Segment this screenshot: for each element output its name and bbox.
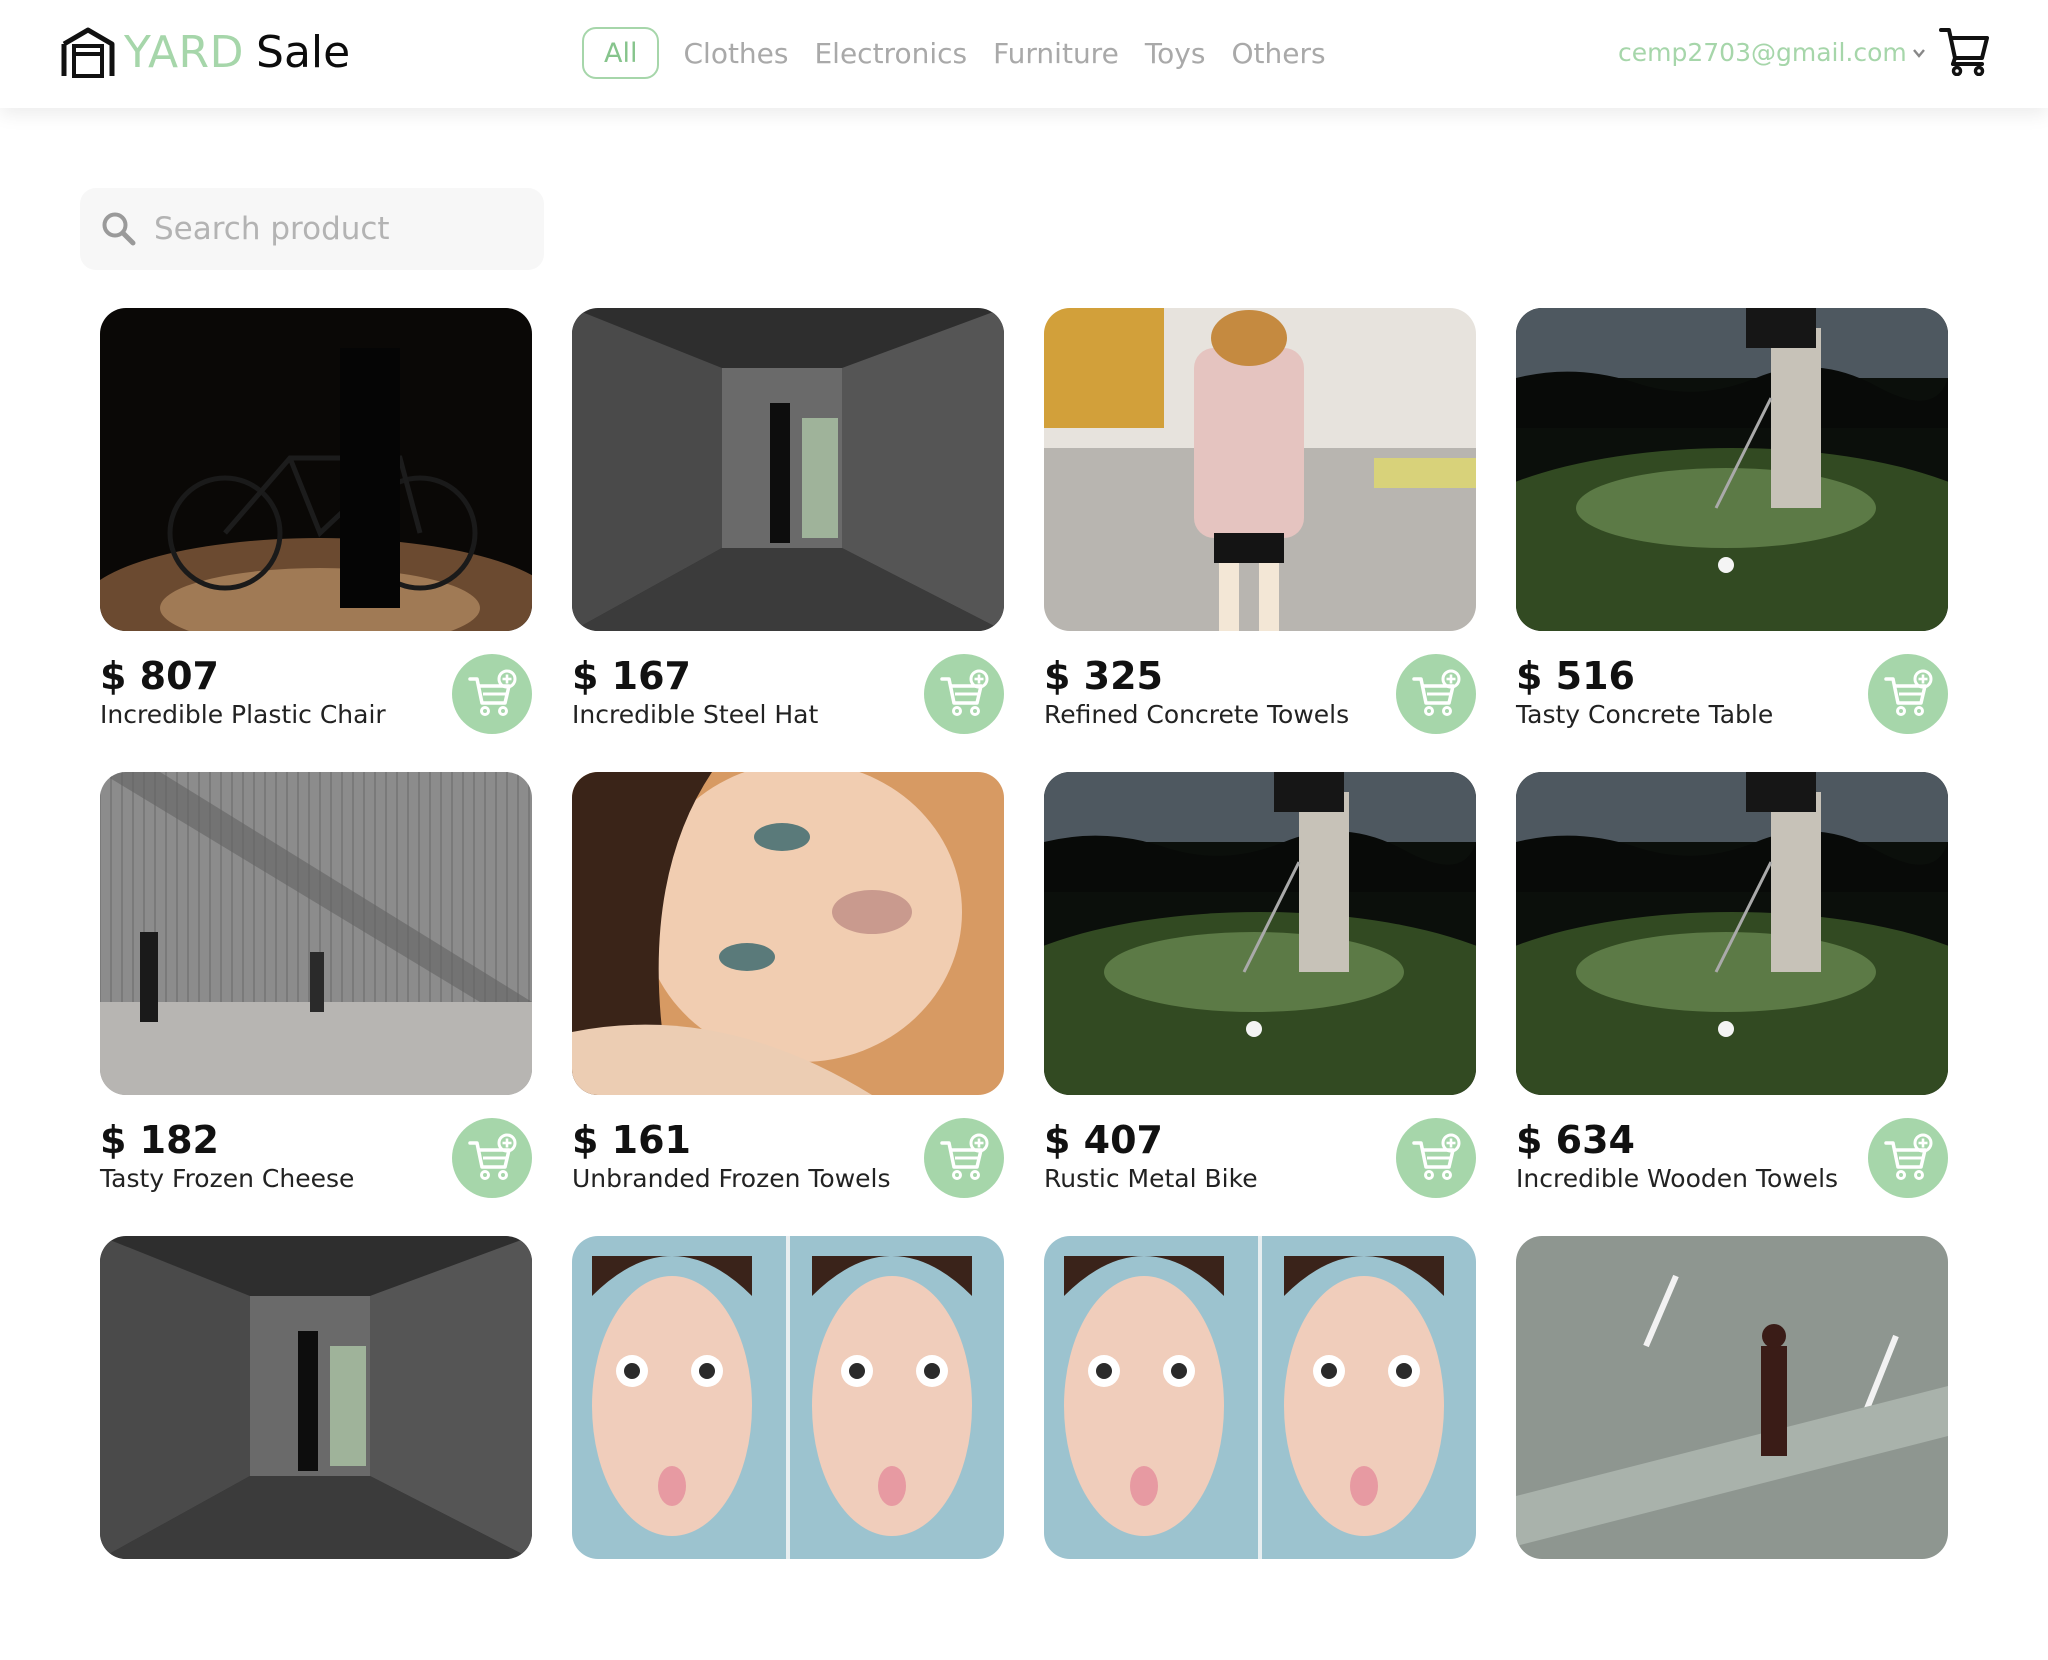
add-to-cart-button[interactable] [452,1118,532,1198]
product-card[interactable] [100,1236,532,1660]
product-image[interactable] [572,1236,1004,1559]
product-price: $ 407 [1044,1118,1163,1162]
product-name: Unbranded Frozen Towels [572,1164,891,1193]
product-image[interactable] [100,772,532,1095]
product-image[interactable] [1044,308,1476,631]
product-name: Incredible Wooden Towels [1516,1164,1839,1193]
search-input[interactable] [154,211,534,247]
search-box [80,188,544,270]
add-to-cart-button[interactable] [924,654,1004,734]
cart-icon[interactable] [1938,24,1990,76]
top-navbar: YARD Sale All Clothes Electronics Furnit… [0,0,2048,108]
product-price: $ 325 [1044,654,1163,698]
product-price: $ 161 [572,1118,691,1162]
product-price: $ 634 [1516,1118,1635,1162]
product-card[interactable]: $ 161 Unbranded Frozen Towels [572,772,1004,1198]
product-image[interactable] [1044,772,1476,1095]
product-price: $ 516 [1516,654,1635,698]
product-name: Tasty Frozen Cheese [100,1164,355,1193]
add-to-cart-button[interactable] [452,654,532,734]
chevron-down-icon [1912,48,1925,58]
cart-plus-icon [1884,1133,1933,1180]
product-name: Incredible Steel Hat [572,700,819,729]
add-to-cart-button[interactable] [924,1118,1004,1198]
product-card[interactable]: $ 634 Incredible Wooden Towels [1516,772,1948,1198]
nav-others[interactable]: Others [1231,37,1325,70]
nav-toys[interactable]: Toys [1145,37,1206,70]
cart-plus-icon [1884,669,1933,716]
nav-all[interactable]: All [582,27,660,79]
product-price: $ 807 [100,654,219,698]
nav-furniture[interactable]: Furniture [993,37,1119,70]
product-name: Rustic Metal Bike [1044,1164,1258,1193]
product-card[interactable] [1044,1236,1476,1660]
user-email: cemp2703@gmail.com [1618,38,1907,67]
product-name: Incredible Plastic Chair [100,700,386,729]
account-menu[interactable]: cemp2703@gmail.com [1618,38,1927,67]
product-card[interactable] [1516,1236,1948,1660]
search-icon [102,212,136,246]
product-price: $ 182 [100,1118,219,1162]
add-to-cart-button[interactable] [1396,1118,1476,1198]
logo-text-yard: YARD [124,26,245,78]
product-image[interactable] [1516,308,1948,631]
product-name: Refined Concrete Towels [1044,700,1350,729]
product-card[interactable]: $ 807 Incredible Plastic Chair [100,308,532,734]
product-card[interactable] [572,1236,1004,1660]
product-image[interactable] [100,308,532,631]
cart-plus-icon [468,669,517,716]
cart-plus-icon [468,1133,517,1180]
product-image[interactable] [572,308,1004,631]
garage-icon [61,27,115,78]
logo[interactable]: YARD Sale [60,22,350,82]
product-card[interactable]: $ 325 Refined Concrete Towels [1044,308,1476,734]
category-nav: All Clothes Electronics Furniture Toys O… [582,26,1352,80]
nav-electronics[interactable]: Electronics [814,37,967,70]
nav-clothes[interactable]: Clothes [683,37,788,70]
product-image[interactable] [100,1236,532,1559]
product-grid: $ 807 Incredible Plastic Chair $ 167 Incre… [100,308,1950,1660]
product-price: $ 167 [572,654,691,698]
add-to-cart-button[interactable] [1396,654,1476,734]
product-name: Tasty Concrete Table [1516,700,1774,729]
product-card[interactable]: $ 516 Tasty Concrete Table [1516,308,1948,734]
cart-plus-icon [940,1133,989,1180]
product-image[interactable] [1516,1236,1948,1559]
product-card[interactable]: $ 182 Tasty Frozen Cheese [100,772,532,1198]
product-image[interactable] [572,772,1004,1095]
add-to-cart-button[interactable] [1868,654,1948,734]
product-card[interactable]: $ 167 Incredible Steel Hat [572,308,1004,734]
cart-plus-icon [1412,669,1461,716]
product-image[interactable] [1516,772,1948,1095]
cart-plus-icon [1412,1133,1461,1180]
product-card[interactable]: $ 407 Rustic Metal Bike [1044,772,1476,1198]
product-image[interactable] [1044,1236,1476,1559]
logo-text-sale: Sale [256,26,351,78]
add-to-cart-button[interactable] [1868,1118,1948,1198]
cart-plus-icon [940,669,989,716]
